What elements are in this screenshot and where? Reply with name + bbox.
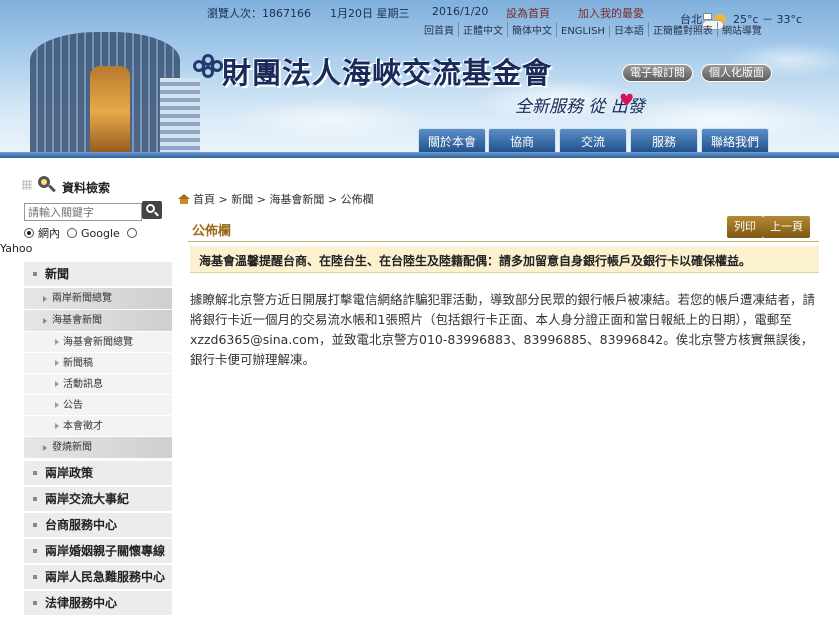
lang-link-english[interactable]: ENGLISH xyxy=(557,26,610,37)
radio-label-intranet: 網內 xyxy=(38,227,60,240)
breadcrumb-text[interactable]: 首頁 > 新聞 > 海基會新聞 > 公佈欄 xyxy=(193,193,374,206)
back-button[interactable]: 上一頁 xyxy=(763,216,810,238)
today-date: 2016/1/20 xyxy=(432,5,489,18)
print-button[interactable]: 列印 xyxy=(727,216,763,238)
home-icon xyxy=(178,194,190,204)
lang-link-sitemap[interactable]: 網站導覽 xyxy=(718,22,766,37)
visitor-counter: 瀏覽人次：1867166 xyxy=(207,7,311,20)
menu-marriage-hotline[interactable]: 兩岸婚姻親子關懷專線 xyxy=(24,539,172,563)
menu-business-center[interactable]: 台商服務中心 xyxy=(24,513,172,537)
nav-strip xyxy=(0,152,839,158)
radio-intranet[interactable] xyxy=(24,228,34,238)
lang-link-home[interactable]: 回首頁 xyxy=(420,22,459,37)
menu-press-release[interactable]: 新聞稿 xyxy=(24,353,172,374)
title-divider xyxy=(188,241,819,242)
menu-emergency-center[interactable]: 兩岸人民急難服務中心 xyxy=(24,565,172,589)
nav-contact[interactable]: 聯絡我們 xyxy=(701,128,769,154)
menu-hot-news[interactable]: 發燒新聞 xyxy=(24,437,172,459)
menu-chronicle[interactable]: 兩岸交流大事紀 xyxy=(24,487,172,511)
magnifier-icon xyxy=(38,176,56,194)
radio-google[interactable] xyxy=(67,228,77,238)
sidebar-menu: 新聞 兩岸新聞總覽 海基會新聞 海基會新聞總覽 新聞稿 活動訊息 公告 本會徵才… xyxy=(24,262,172,617)
search-title: 資料檢索 xyxy=(62,181,111,195)
nav-service[interactable]: 服務 xyxy=(630,128,698,154)
nav-exchange[interactable]: 交流 xyxy=(559,128,627,154)
page-title: 公佈欄 xyxy=(192,224,232,239)
building-image xyxy=(10,18,200,158)
add-favorite-link[interactable]: 加入我的最愛 xyxy=(578,5,644,21)
menu-recruitment[interactable]: 本會徵才 xyxy=(24,416,172,437)
lang-link-japanese[interactable]: 日本語 xyxy=(610,22,649,37)
search-button[interactable] xyxy=(142,201,162,219)
personalize-button[interactable]: 個人化版面 xyxy=(701,64,772,82)
nav-negotiation[interactable]: 協商 xyxy=(488,128,556,154)
search-scope: 網內 Google Yahoo xyxy=(0,226,174,256)
menu-events[interactable]: 活動訊息 xyxy=(24,374,172,395)
site-title[interactable]: 財團法人海峽交流基金會 xyxy=(222,50,552,92)
menu-announcement[interactable]: 公告 xyxy=(24,395,172,416)
e-newsletter-button[interactable]: 電子報訂閱 xyxy=(622,64,693,82)
lang-link-compare[interactable]: 正簡體對照表 xyxy=(649,22,718,37)
heart-icon: ♥ xyxy=(619,91,635,111)
foundation-logo-icon xyxy=(193,54,223,80)
breadcrumb: 首頁 > 新聞 > 海基會新聞 > 公佈欄 xyxy=(178,191,374,207)
menu-policy[interactable]: 兩岸政策 xyxy=(24,461,172,485)
menu-sef-news-overview[interactable]: 海基會新聞總覽 xyxy=(24,332,172,353)
radio-label-google: Google xyxy=(81,227,120,240)
radio-yahoo[interactable] xyxy=(126,228,137,238)
today-date-text: 1月20日 星期三 xyxy=(330,7,410,20)
lang-link-simplified[interactable]: 簡体中文 xyxy=(508,22,557,37)
decorative-dots xyxy=(22,180,32,190)
menu-news[interactable]: 新聞 xyxy=(24,262,172,286)
menu-sef-news[interactable]: 海基會新聞 xyxy=(24,310,172,332)
nav-about[interactable]: 關於本會 xyxy=(418,128,486,154)
menu-legal-center[interactable]: 法律服務中心 xyxy=(24,591,172,615)
article-body: 據瞭解北京警方近日開展打擊電信網絡詐騙犯罪活動，導致部分民眾的銀行帳戶被凍結。若… xyxy=(190,292,816,367)
menu-cross-strait-news[interactable]: 兩岸新聞總覽 xyxy=(24,288,172,310)
article-headline: 海基會溫馨提醒台商、在陸台生、在台陸生及陸籍配偶：請多加留意自身銀行帳戶及銀行卡… xyxy=(199,254,752,268)
site-header: 瀏覽人次：1867166 1月20日 星期三 2016/1/20 設為首頁 加入… xyxy=(0,0,839,158)
headline-box: 海基會溫馨提醒台商、在陸台生、在台陸生及陸籍配偶：請多加留意自身銀行帳戶及銀行卡… xyxy=(190,246,819,273)
search-input[interactable] xyxy=(24,203,142,221)
radio-label-yahoo: Yahoo xyxy=(0,242,33,255)
set-homepage-link[interactable]: 設為首頁 xyxy=(506,5,550,21)
lang-link-traditional[interactable]: 正體中文 xyxy=(459,22,508,37)
language-bar: 回首頁 正體中文 簡体中文 ENGLISH 日本語 正簡體對照表 網站導覽 xyxy=(420,22,766,38)
